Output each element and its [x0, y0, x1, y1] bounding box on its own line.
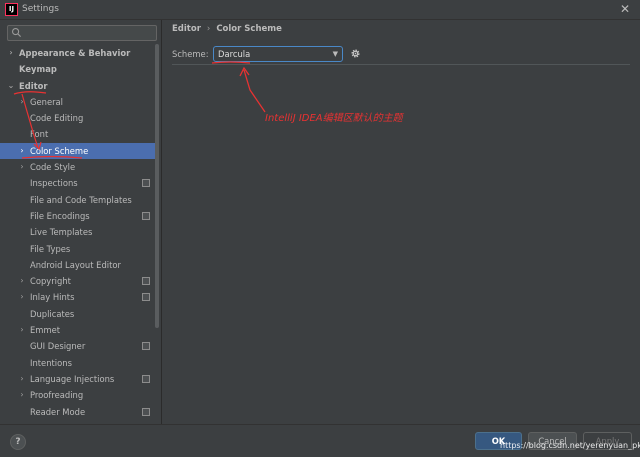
chevron-right-icon[interactable]: › — [18, 387, 26, 403]
settings-sidebar: › Appearance & Behavior Keymap ⌄ Editor › Gene… — [0, 20, 162, 424]
tree-item-label: Appearance & Behavior — [19, 48, 131, 58]
project-scope-icon — [142, 407, 150, 416]
tree-item-gui-designer[interactable]: GUI Designer — [0, 338, 155, 354]
tree-item-inspections[interactable]: Inspections — [0, 175, 155, 191]
tree-item-label: Language Injections — [30, 373, 115, 384]
tree-item-label: Duplicates — [30, 308, 75, 319]
tree-item-label: Editor — [19, 80, 48, 91]
chevron-right-icon[interactable]: › — [18, 289, 26, 305]
tree-item-inlay-hints[interactable]: › Inlay Hints — [0, 289, 155, 305]
scheme-value: Darcula — [218, 49, 251, 59]
help-button[interactable]: ? — [10, 434, 26, 450]
breadcrumb-editor: Editor — [172, 24, 201, 34]
tree-item-label: Proofreading — [30, 390, 84, 401]
tree-item-appearance-and-behavior[interactable]: › Appearance & Behavior — [0, 45, 155, 61]
tree-item-label: Inlay Hints — [30, 292, 75, 303]
window-title: Settings — [22, 4, 59, 14]
tree-item-reader-mode[interactable]: Reader Mode — [0, 404, 155, 420]
project-scope-icon — [142, 374, 150, 383]
tree-item-font[interactable]: Font — [0, 126, 155, 142]
tree-item-file-encodings[interactable]: File Encodings — [0, 208, 155, 224]
project-scope-icon — [142, 293, 150, 302]
tree-item-copyright[interactable]: › Copyright — [0, 273, 155, 289]
tree-item-emmet[interactable]: › Emmet — [0, 322, 155, 338]
tree-item-label: Inspections — [30, 178, 78, 189]
tree-item-keymap[interactable]: Keymap — [0, 61, 155, 77]
tree-item-label: Live Templates — [30, 227, 93, 238]
close-icon[interactable]: ✕ — [620, 2, 630, 16]
tree-item-label: Android Layout Editor — [30, 259, 121, 270]
chevron-right-icon[interactable]: › — [18, 371, 26, 387]
settings-search-input[interactable] — [7, 25, 157, 41]
settings-content: Editor › Color Scheme Scheme: Darcula ▼ — [162, 20, 640, 424]
tree-item-label: General — [30, 96, 64, 107]
tree-item-label: Code Editing — [30, 113, 84, 124]
tree-item-label: Keymap — [19, 64, 57, 75]
tree-item-label: Font — [30, 129, 49, 140]
chevron-right-icon[interactable]: › — [18, 322, 26, 338]
window-titlebar: IJ Settings ✕ — [0, 0, 640, 20]
tree-item-label: GUI Designer — [30, 341, 86, 352]
app-icon: IJ — [5, 3, 18, 16]
chevron-right-icon[interactable]: › — [18, 273, 26, 289]
breadcrumb-color-scheme: Color Scheme — [216, 24, 282, 34]
tree-item-label: File Encodings — [30, 210, 90, 221]
tree-item-label: Code Style — [30, 162, 76, 173]
scheme-dropdown[interactable]: Darcula ▼ — [213, 46, 343, 62]
app-icon-text: IJ — [8, 5, 15, 13]
tree-item-label: Intentions — [30, 357, 72, 368]
chevron-down-icon: ▼ — [332, 50, 338, 58]
content-divider — [172, 64, 630, 65]
breadcrumb: Editor › Color Scheme — [172, 24, 282, 34]
sidebar-scrollbar[interactable] — [155, 44, 159, 328]
tree-item-duplicates[interactable]: Duplicates — [0, 306, 155, 322]
chevron-down-icon[interactable]: ⌄ — [7, 78, 15, 94]
tree-item-editor[interactable]: ⌄ Editor — [0, 78, 155, 94]
tree-item-live-templates[interactable]: Live Templates — [0, 224, 155, 240]
tree-item-file-and-code-templates[interactable]: File and Code Templates — [0, 192, 155, 208]
tree-item-label: Copyright — [30, 276, 71, 287]
tree-item-file-types[interactable]: File Types — [0, 241, 155, 257]
project-scope-icon — [142, 277, 150, 286]
tree-item-code-editing[interactable]: Code Editing — [0, 110, 155, 126]
chevron-right-icon[interactable]: › — [18, 159, 26, 175]
chevron-right-icon[interactable]: › — [18, 143, 26, 159]
chevron-right-icon[interactable]: › — [7, 45, 15, 61]
chevron-right-icon[interactable]: › — [18, 94, 26, 110]
search-icon — [12, 28, 22, 38]
tree-item-general[interactable]: › General — [0, 94, 155, 110]
tree-item-label: File and Code Templates — [30, 194, 132, 205]
tree-item-label: Color Scheme — [30, 145, 89, 156]
project-scope-icon — [142, 211, 150, 220]
project-scope-icon — [142, 179, 150, 188]
settings-tree: › Appearance & Behavior Keymap ⌄ Editor › Gene… — [0, 45, 155, 420]
tree-item-language-injections[interactable]: › Language Injections — [0, 371, 155, 387]
project-scope-icon — [142, 342, 150, 351]
breadcrumb-separator: › — [206, 24, 211, 34]
tree-item-proofreading[interactable]: › Proofreading — [0, 387, 155, 403]
gear-icon[interactable] — [350, 48, 361, 59]
tree-item-label: File Types — [30, 243, 71, 254]
tree-item-android-layout-editor[interactable]: Android Layout Editor — [0, 257, 155, 273]
tree-item-label: Reader Mode — [30, 406, 86, 417]
annotation-text: IntelliJ IDEA编辑区默认的主题 — [265, 113, 403, 124]
tree-item-code-style[interactable]: › Code Style — [0, 159, 155, 175]
tree-item-intentions[interactable]: Intentions — [0, 355, 155, 371]
tree-item-color-scheme[interactable]: › Color Scheme — [0, 142, 155, 160]
tree-item-label: Emmet — [30, 325, 61, 336]
scheme-label: Scheme: — [172, 49, 209, 59]
watermark-text: https://blog.csdn.net/yerenyuan_pku — [500, 441, 640, 450]
